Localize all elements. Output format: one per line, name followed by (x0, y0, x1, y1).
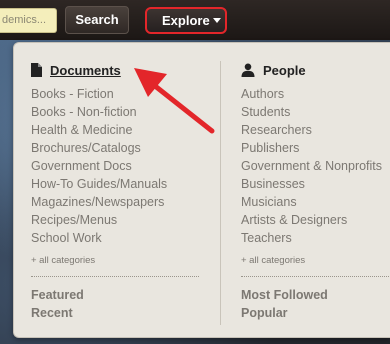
search-input[interactable]: demics... (0, 8, 57, 33)
category-link[interactable]: Authors (241, 85, 390, 103)
category-link[interactable]: Musicians (241, 193, 390, 211)
category-link[interactable]: Health & Medicine (31, 121, 201, 139)
explore-button[interactable]: Explore (145, 7, 227, 34)
category-link[interactable]: Magazines/Newspapers (31, 193, 201, 211)
category-link[interactable]: Government Docs (31, 157, 201, 175)
popular-link[interactable]: Popular (241, 304, 390, 322)
search-button[interactable]: Search (65, 6, 129, 34)
person-icon (241, 63, 255, 77)
all-categories-link[interactable]: + all categories (241, 254, 390, 268)
featured-link[interactable]: Featured (31, 286, 201, 304)
category-link[interactable]: How-To Guides/Manuals (31, 175, 201, 193)
dotted-divider (241, 276, 389, 277)
category-link[interactable]: Students (241, 103, 390, 121)
people-column: People Authors Students Researchers Publ… (241, 59, 390, 322)
dotted-divider (31, 276, 199, 277)
people-header[interactable]: People (241, 59, 390, 81)
explore-dropdown: Documents Books - Fiction Books - Non-fi… (13, 42, 390, 338)
header-bar: demics... Search Explore (0, 0, 390, 40)
category-link[interactable]: Publishers (241, 139, 390, 157)
category-link[interactable]: Researchers (241, 121, 390, 139)
category-link[interactable]: Businesses (241, 175, 390, 193)
category-link[interactable]: Teachers (241, 229, 390, 247)
documents-header[interactable]: Documents (31, 59, 201, 81)
category-link[interactable]: Books - Non-fiction (31, 103, 201, 121)
recent-link[interactable]: Recent (31, 304, 201, 322)
category-link[interactable]: School Work (31, 229, 201, 247)
category-link[interactable]: Recipes/Menus (31, 211, 201, 229)
category-link[interactable]: Books - Fiction (31, 85, 201, 103)
category-link[interactable]: Brochures/Catalogs (31, 139, 201, 157)
category-link[interactable]: Artists & Designers (241, 211, 390, 229)
category-link[interactable]: Government & Nonprofits (241, 157, 390, 175)
people-title[interactable]: People (263, 63, 306, 78)
document-icon (31, 63, 42, 77)
documents-column: Documents Books - Fiction Books - Non-fi… (31, 59, 201, 322)
caret-down-icon (212, 18, 221, 23)
all-categories-link[interactable]: + all categories (31, 254, 201, 268)
explore-button-label: Explore (162, 13, 210, 28)
column-divider (220, 61, 221, 325)
most-followed-link[interactable]: Most Followed (241, 286, 390, 304)
documents-title[interactable]: Documents (50, 63, 121, 78)
